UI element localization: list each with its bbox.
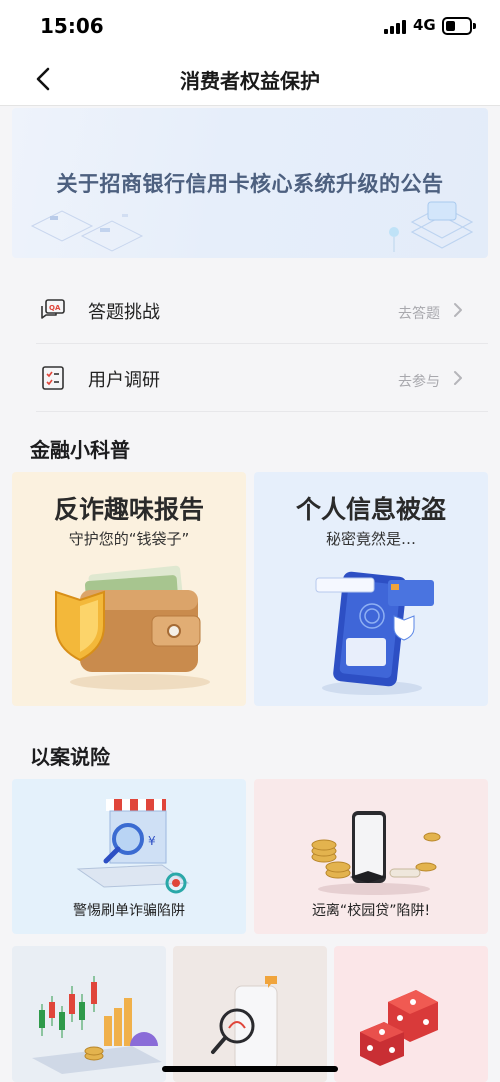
card-title: 个人信息被盗: [295, 495, 446, 524]
dice-icon: [360, 990, 438, 1066]
network-label: 4G: [413, 16, 436, 34]
card-campus-loan-trap[interactable]: 远离“校园贷”陷阱!: [254, 779, 488, 934]
status-time: 15:06: [40, 14, 104, 38]
menu-item-label: 答题挑战: [88, 302, 160, 323]
card-title: 反诈趣味报告: [53, 495, 204, 524]
chevron-right-icon: [454, 303, 462, 317]
laptop-magnifier-illustration: ¥: [76, 799, 190, 894]
card-order-brushing-scam[interactable]: ¥ 警惕刷单诈骗陷阱: [12, 779, 246, 934]
card-subtitle: 守护您的“钱袋子”: [68, 530, 190, 548]
nav-bar: 消费者权益保护: [0, 52, 500, 106]
wallet-shield-illustration: [55, 565, 210, 690]
card-investment-chart[interactable]: [12, 946, 166, 1082]
home-indicator[interactable]: [162, 1066, 338, 1072]
svg-text:¥: ¥: [148, 834, 156, 848]
section-title-cases: 以案说险: [30, 745, 110, 769]
menu-item-action: 去答题: [398, 306, 440, 322]
menu-list: QA 答题挑战 去答题 用户调研 去参与: [12, 272, 488, 412]
banner-text: 关于招商银行信用卡核心系统升级的公告: [56, 171, 444, 196]
magnifier-phone-illustration: [211, 976, 278, 1071]
menu-item-quiz[interactable]: QA 答题挑战 去答题: [36, 276, 488, 344]
menu-item-survey[interactable]: 用户调研 去参与: [36, 344, 488, 412]
chevron-right-icon: [454, 371, 462, 385]
section-title-finance: 金融小科普: [30, 438, 130, 462]
stock-chart-illustration: [32, 976, 162, 1074]
menu-item-action: 去参与: [398, 374, 440, 390]
card-phone-inspect[interactable]: [173, 946, 327, 1082]
checklist-icon: [42, 366, 64, 390]
status-bar: 15:06 4G: [0, 0, 500, 52]
menu-item-label: 用户调研: [88, 370, 160, 391]
svg-text:QA: QA: [49, 304, 61, 312]
card-personal-info-theft[interactable]: 个人信息被盗 秘密竟然是…: [254, 472, 488, 706]
card-subtitle: 秘密竟然是…: [325, 530, 416, 548]
card-dice-gambling[interactable]: [334, 946, 488, 1082]
qa-chat-icon: QA: [41, 299, 65, 319]
card-anti-fraud-report[interactable]: 反诈趣味报告 守护您的“钱袋子”: [12, 472, 246, 706]
page-title: 消费者权益保护: [180, 69, 320, 93]
battery-icon: [442, 17, 476, 35]
card-label: 远离“校园贷”陷阱!: [311, 903, 431, 919]
card-label: 警惕刷单诈骗陷阱: [73, 903, 185, 919]
phone-security-illustration: [315, 571, 434, 695]
announcement-banner[interactable]: 关于招商银行信用卡核心系统升级的公告: [12, 108, 488, 258]
signal-icon: [384, 20, 408, 34]
tech-decoration-left: [30, 210, 144, 252]
phone-coins-illustration: [311, 811, 441, 895]
